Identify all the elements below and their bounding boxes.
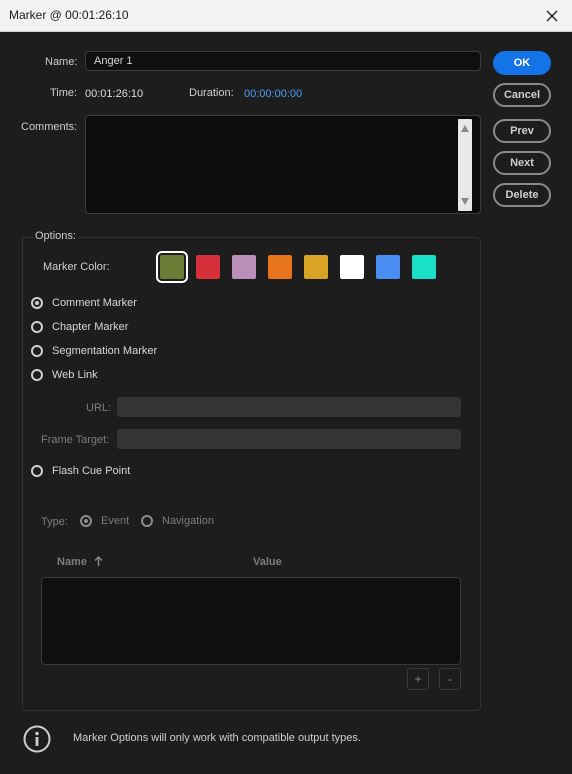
name-input[interactable]: Anger 1 — [85, 51, 481, 71]
close-icon — [546, 10, 558, 22]
segmentation-marker-radio[interactable] — [31, 345, 43, 357]
cancel-button[interactable]: Cancel — [493, 83, 551, 107]
frame-target-label: Frame Target: — [41, 434, 110, 446]
flash-cue-point-label: Flash Cue Point — [52, 465, 131, 477]
color-swatch[interactable] — [412, 255, 436, 279]
cue-type-label: Type: — [41, 516, 68, 528]
event-label: Event — [101, 515, 130, 527]
scroll-down-icon[interactable] — [461, 198, 469, 205]
remove-cue-point-button[interactable]: - — [439, 668, 461, 690]
navigation-radio[interactable] — [141, 515, 153, 527]
options-label: Options: — [33, 230, 78, 242]
info-icon — [23, 725, 51, 753]
flash-cue-point-radio[interactable] — [31, 465, 43, 477]
duration-value[interactable]: 00:00:00:00 — [244, 88, 302, 100]
add-cue-point-button[interactable]: + — [407, 668, 429, 690]
comment-marker-radio[interactable] — [31, 297, 43, 309]
window-title: Marker @ 00:01:26:10 — [9, 8, 129, 22]
time-value: 00:01:26:10 — [85, 88, 144, 100]
comments-scrollbar[interactable] — [458, 119, 472, 211]
color-swatch[interactable] — [340, 255, 364, 279]
color-swatch[interactable] — [304, 255, 328, 279]
frame-target-input[interactable] — [117, 429, 461, 449]
marker-color-label: Marker Color: — [43, 261, 110, 273]
prev-button[interactable]: Prev — [493, 119, 551, 143]
value-column-header[interactable]: Value — [253, 556, 282, 568]
url-label: URL: — [86, 402, 112, 414]
color-swatch[interactable] — [232, 255, 256, 279]
comments-label: Comments: — [21, 121, 78, 133]
color-swatch[interactable] — [376, 255, 400, 279]
title-bar: Marker @ 00:01:26:10 — [0, 0, 572, 32]
scroll-up-icon[interactable] — [461, 125, 469, 132]
color-swatch[interactable] — [156, 251, 188, 283]
web-link-label: Web Link — [52, 369, 98, 381]
name-column-header[interactable]: Name — [57, 556, 87, 568]
time-label: Time: — [50, 87, 78, 99]
web-link-radio[interactable] — [31, 369, 43, 381]
close-button[interactable] — [532, 0, 572, 32]
sort-ascending-icon[interactable] — [94, 556, 103, 567]
footer-note: Marker Options will only work with compa… — [73, 732, 361, 744]
chapter-marker-label: Chapter Marker — [52, 321, 129, 333]
name-label: Name: — [45, 56, 78, 68]
url-input[interactable] — [117, 397, 461, 417]
event-radio[interactable] — [80, 515, 92, 527]
segmentation-marker-label: Segmentation Marker — [52, 345, 158, 357]
comment-marker-label: Comment Marker — [52, 297, 137, 309]
ok-button[interactable]: OK — [493, 51, 551, 75]
next-button[interactable]: Next — [493, 151, 551, 175]
chapter-marker-radio[interactable] — [31, 321, 43, 333]
duration-label: Duration: — [189, 87, 234, 99]
delete-button[interactable]: Delete — [493, 183, 551, 207]
color-swatch[interactable] — [196, 255, 220, 279]
comments-textarea[interactable] — [85, 115, 481, 214]
color-swatch[interactable] — [268, 255, 292, 279]
cue-points-table[interactable] — [41, 577, 461, 665]
navigation-label: Navigation — [162, 515, 214, 527]
